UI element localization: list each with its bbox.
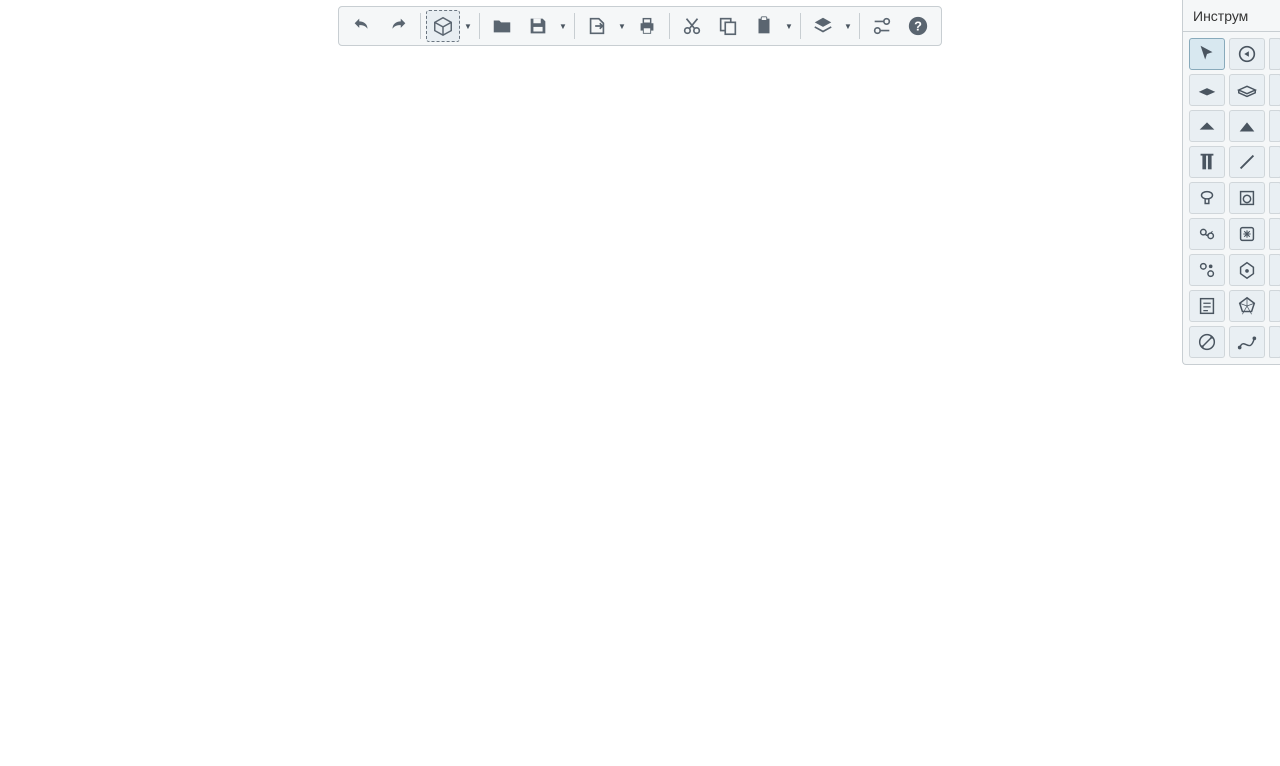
axis-marker: Г xyxy=(1041,633,1055,647)
svg-text:?: ? xyxy=(914,19,922,34)
tools-panel-title: Инструм xyxy=(1183,0,1280,32)
axis-marker: 12 xyxy=(592,714,606,728)
axis-marker: 11 xyxy=(558,706,572,720)
tools-panel: Инструм xyxy=(1182,0,1280,365)
axis-marker: 2 xyxy=(168,605,182,619)
print-button[interactable] xyxy=(630,10,664,42)
hvac-tool[interactable] xyxy=(1229,218,1265,250)
plumbing-tool[interactable] xyxy=(1189,182,1225,214)
axis-marker: И xyxy=(1078,523,1092,537)
axis-marker: 6 xyxy=(385,660,399,674)
level-label: этаж xyxy=(2,408,52,417)
level-label: Первый этаж±0,000 xyxy=(1162,432,1232,450)
tool-edge[interactable] xyxy=(1269,254,1280,286)
undo-button[interactable] xyxy=(345,10,379,42)
tool-edge[interactable] xyxy=(1269,326,1280,358)
cut-button[interactable] xyxy=(675,10,709,42)
level-label: Цокольный-1,200 xyxy=(2,550,62,568)
help-button[interactable]: ? xyxy=(901,10,935,42)
axis-marker: 7 xyxy=(400,625,414,639)
axis-marker: Б xyxy=(1048,611,1062,625)
slab-tool[interactable] xyxy=(1229,74,1265,106)
marquee-tool[interactable] xyxy=(1229,38,1265,70)
axis-marker: Д xyxy=(1063,570,1077,584)
axis-marker: 1 xyxy=(128,584,142,598)
tool-edge[interactable] xyxy=(1269,182,1280,214)
level-label: Цокольный-1,200 xyxy=(1162,460,1232,478)
axis-marker: 14 xyxy=(658,729,672,743)
axis-marker: 10 xyxy=(522,698,536,712)
wall-tool[interactable] xyxy=(1189,74,1225,106)
layers-dropdown[interactable]: ▼ xyxy=(842,10,854,42)
axis-marker: 9 xyxy=(487,690,501,704)
level-label: Фундамент-3,100 xyxy=(2,608,62,626)
column-tool[interactable] xyxy=(1189,146,1225,178)
appliance-tool[interactable] xyxy=(1229,182,1265,214)
level-label: Первый этаж±0,000 xyxy=(2,526,62,544)
mep-tool[interactable] xyxy=(1189,218,1225,250)
export-button[interactable] xyxy=(580,10,614,42)
redo-button[interactable] xyxy=(381,10,415,42)
spline-tool[interactable] xyxy=(1229,326,1265,358)
tool-edge[interactable] xyxy=(1269,74,1280,106)
axis-marker: 8 xyxy=(452,682,466,696)
save-dropdown[interactable]: ▼ xyxy=(557,10,569,42)
shell-tool[interactable] xyxy=(1229,110,1265,142)
dimension-tool[interactable] xyxy=(1189,326,1225,358)
roof-tool[interactable] xyxy=(1189,110,1225,142)
tool-edge[interactable] xyxy=(1269,146,1280,178)
new-project-dropdown[interactable]: ▼ xyxy=(462,10,474,42)
tool-edge[interactable] xyxy=(1269,38,1280,70)
arrow-tool[interactable] xyxy=(1189,38,1225,70)
axis-marker: Ж xyxy=(1073,538,1087,552)
tool-edge[interactable] xyxy=(1269,218,1280,250)
copy-button[interactable] xyxy=(711,10,745,42)
new-project-button[interactable] xyxy=(426,10,460,42)
schedule-tool[interactable] xyxy=(1189,290,1225,322)
tool-edge[interactable] xyxy=(1269,290,1280,322)
axis-marker: 4 xyxy=(278,644,292,658)
tool-edge[interactable] xyxy=(1269,110,1280,142)
axis-marker: 5 xyxy=(365,650,379,664)
zone-tool[interactable] xyxy=(1229,254,1265,286)
axis-marker: А xyxy=(1033,656,1047,670)
paste-button[interactable] xyxy=(747,10,781,42)
save-button[interactable] xyxy=(521,10,555,42)
building-model xyxy=(0,0,1280,766)
axis-marker: В xyxy=(1053,593,1067,607)
axis-marker: Е xyxy=(1068,553,1082,567)
morph-tool[interactable] xyxy=(1229,290,1265,322)
settings-button[interactable] xyxy=(865,10,899,42)
axis-marker: 13 xyxy=(627,722,641,736)
line-tool[interactable] xyxy=(1229,146,1265,178)
open-button[interactable] xyxy=(485,10,519,42)
layers-button[interactable] xyxy=(806,10,840,42)
paste-dropdown[interactable]: ▼ xyxy=(783,10,795,42)
viewport-3d[interactable]: этаж ой этаж Первый этаж±0,000 Цокольный… xyxy=(0,0,1280,766)
level-label: ой этаж xyxy=(2,472,52,481)
mep2-tool[interactable] xyxy=(1189,254,1225,286)
export-dropdown[interactable]: ▼ xyxy=(616,10,628,42)
axis-marker: 3 xyxy=(220,625,234,639)
axis-marker: 15 xyxy=(692,736,706,750)
axis-marker: 20 xyxy=(202,620,216,634)
main-toolbar: ▼ ▼ ▼ ▼ ▼ ? xyxy=(338,6,942,46)
level-label: Фундамент-3,100 xyxy=(1162,493,1232,511)
facade-label: Фасад 2 xyxy=(1148,620,1167,652)
